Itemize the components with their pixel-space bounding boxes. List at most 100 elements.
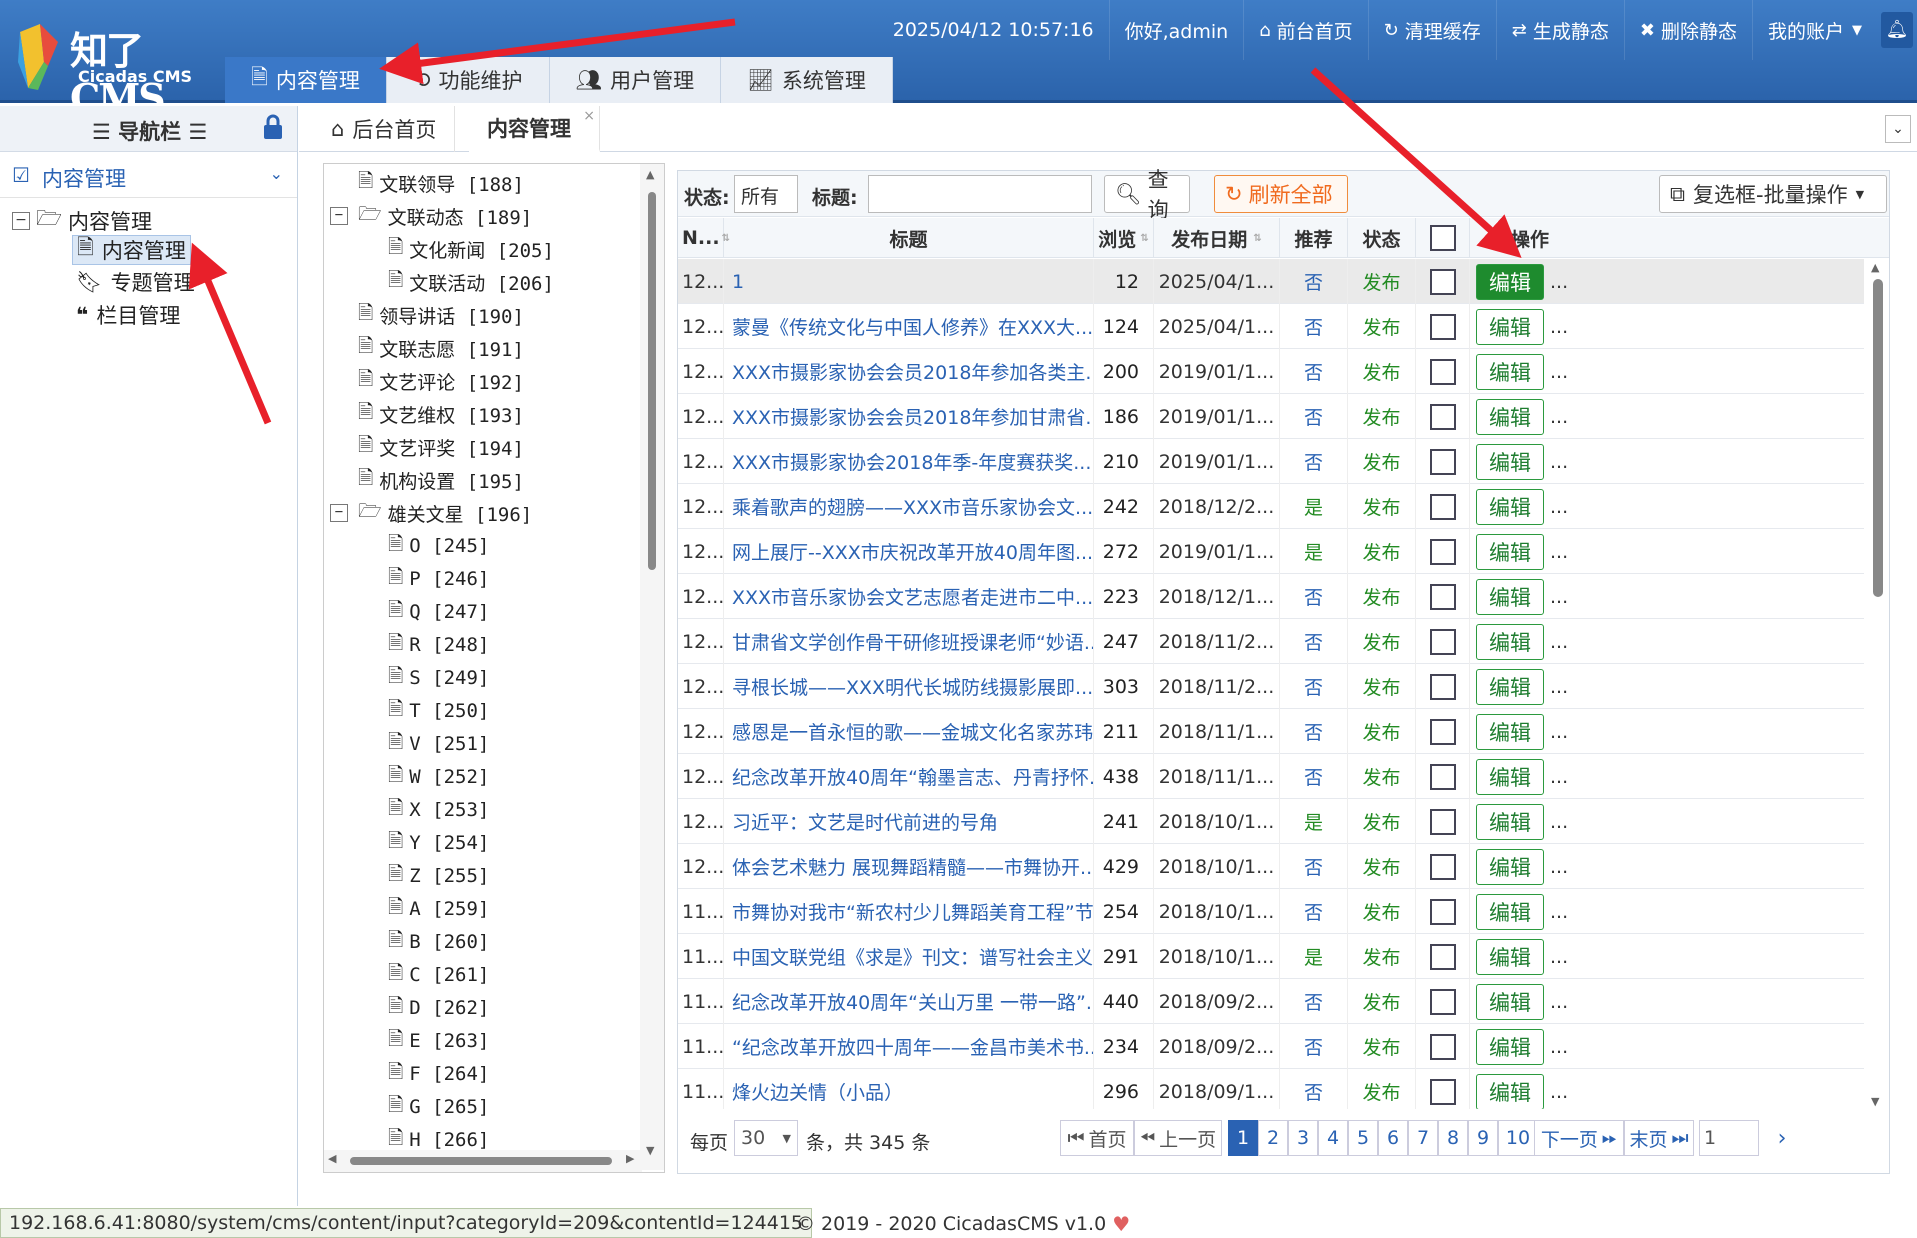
more-actions[interactable]: ... [1550,316,1568,338]
row-checkbox[interactable] [1429,763,1456,790]
notification-button[interactable]: 🔔︎ [1881,12,1913,48]
edit-button[interactable]: 编辑 [1476,1028,1544,1065]
category-tree-item[interactable]: 🗎 文化新闻 [205] [388,234,554,264]
more-actions[interactable]: ... [1550,496,1568,518]
category-tree-item[interactable]: − 🗁 雄关文星 [196] [330,498,532,528]
row-checkbox[interactable] [1429,1078,1456,1105]
edit-button[interactable]: 编辑 [1476,623,1544,660]
more-actions[interactable]: ... [1550,901,1568,923]
page-number-button[interactable]: 3 [1288,1120,1318,1156]
scroll-down-icon[interactable]: ▼ [646,1144,654,1157]
page-number-button[interactable]: 7 [1408,1120,1438,1156]
table-row[interactable]: 12... 蒙曼《传统文化与中国人修养》在XXX大... 124 2025/04/1.… [678,304,1864,349]
cell-title-link[interactable]: XXX市摄影家协会会员2018年参加甘肃省... [724,394,1094,439]
status-select[interactable]: 所有 ▼ [734,175,798,229]
category-tree-item[interactable]: 🗎 Y [254] [388,828,489,858]
table-row[interactable]: 12... 网上展厅--XXX市庆祝改革开放40周年图... 272 2019/01/… [678,529,1864,574]
table-row[interactable]: 12... 体会艺术魅力 展现舞蹈精髓——市舞协开... 429 2018/10/1.… [678,844,1864,889]
goto-page-button[interactable]: › [1764,1120,1800,1156]
row-checkbox[interactable] [1429,628,1456,655]
cell-recommend[interactable]: 否 [1280,439,1348,484]
category-tree-item[interactable]: 🗎 A [259] [388,894,489,924]
category-tree-item[interactable]: 🗎 P [246] [388,564,489,594]
cell-status[interactable]: 发布 [1348,934,1416,979]
cell-title-link[interactable]: 纪念改革开放40周年“翰墨言志、丹青抒怀... [724,754,1094,799]
more-actions[interactable]: ... [1550,676,1568,698]
cell-status[interactable]: 发布 [1348,574,1416,619]
page-number-button[interactable]: 2 [1258,1120,1288,1156]
cell-status[interactable]: 发布 [1348,1069,1416,1109]
sidebar-item-content-management[interactable]: 🗎 内容管理 [72,235,191,265]
cell-recommend[interactable]: 否 [1280,1069,1348,1109]
cell-status[interactable]: 发布 [1348,304,1416,349]
cell-title-link[interactable]: 寻根长城——XXX明代长城防线摄影展即... [724,664,1094,709]
scrollbar-thumb[interactable] [648,192,656,570]
cell-recommend[interactable]: 否 [1280,394,1348,439]
category-tree-item[interactable]: 🗎 S [249] [388,663,489,693]
table-row[interactable]: 12... 纪念改革开放40周年“翰墨言志、丹青抒怀... 438 2018/11/1… [678,754,1864,799]
title-search-input[interactable] [868,175,1092,213]
category-tree-item[interactable]: 🗎 D [262] [388,993,489,1023]
cell-status[interactable]: 发布 [1348,754,1416,799]
more-actions[interactable]: ... [1550,631,1568,653]
cell-recommend[interactable]: 是 [1280,799,1348,844]
category-tree-scrollbar[interactable]: ▲ ▼ [640,164,664,1170]
clear-cache-link[interactable]: ↻ 清理缓存 [1367,0,1496,60]
cell-status[interactable]: 发布 [1348,979,1416,1024]
next-page-button[interactable]: 下一页 ⏩︎ [1534,1120,1624,1156]
cell-status[interactable]: 发布 [1348,664,1416,709]
cell-title-link[interactable]: 纪念改革开放40周年“关山万里 一带一路”... [724,979,1094,1024]
row-checkbox[interactable] [1429,403,1456,430]
category-tree-item[interactable]: 🗎 机构设置 [195] [358,465,524,495]
worktab-home[interactable]: ⌂ 后台首页 [313,106,456,152]
delete-static-link[interactable]: ✖ 删除静态 [1623,0,1752,60]
more-actions[interactable]: ... [1550,271,1568,293]
cell-title-link[interactable]: XXX市音乐家协会文艺志愿者走进市二中... [724,574,1094,619]
table-row[interactable]: 11... 烽火边关情（小品） 296 2018/09/1... 否发布 编辑... [678,1069,1864,1109]
col-date[interactable]: 发布日期 ⇅ [1154,218,1280,258]
sidebar-item-topic-management[interactable]: 🔖︎ 专题管理 [76,267,195,297]
edit-button[interactable]: 编辑 [1476,308,1544,345]
row-checkbox[interactable] [1429,673,1456,700]
edit-button[interactable]: 编辑 [1476,893,1544,930]
category-tree-item[interactable]: 🗎 B [260] [388,927,489,957]
cell-status[interactable]: 发布 [1348,1024,1416,1069]
cell-recommend[interactable]: 否 [1280,304,1348,349]
collapse-icon[interactable]: − [330,504,348,522]
cell-title-link[interactable]: “纪念改革开放四十周年——金昌市美术书... [724,1024,1094,1069]
category-tree-item[interactable]: 🗎 Q [247] [388,597,489,627]
category-tree-item[interactable]: 🗎 领导讲话 [190] [358,300,524,330]
collapse-icon[interactable]: − [330,207,348,225]
cell-title-link[interactable]: 1 [724,259,1094,304]
edit-button[interactable]: 编辑 [1476,668,1544,705]
table-row[interactable]: 12... XXX市摄影家协会会员2018年参加甘肃省... 186 2019/01/… [678,394,1864,439]
category-tree-item[interactable]: 🗎 V [251] [388,729,489,759]
table-row[interactable]: 12... 习近平：文艺是时代前进的号角 241 2018/10/1... 是发布 编辑.… [678,799,1864,844]
more-actions[interactable]: ... [1550,721,1568,743]
edit-button[interactable]: 编辑 [1476,488,1544,525]
table-row[interactable]: 11... 市舞协对我市“新农村少儿舞蹈美育工程”节... 254 2018/10/1… [678,889,1864,934]
cell-recommend[interactable]: 是 [1280,934,1348,979]
category-tree-item[interactable]: 🗎 文艺评论 [192] [358,366,524,396]
page-number-button[interactable]: 1 [1228,1120,1258,1156]
edit-button[interactable]: 编辑 [1476,353,1544,390]
row-checkbox[interactable] [1429,493,1456,520]
cell-status[interactable]: 发布 [1348,709,1416,754]
sidebar-item-column-management[interactable]: ❝ 栏目管理 [76,300,180,330]
category-tree-item[interactable]: 🗎 T [250] [388,696,489,726]
category-tree-item[interactable]: 🗎 E [263] [388,1026,489,1056]
category-tree-item[interactable]: 🗎 C [261] [388,960,489,990]
cell-recommend[interactable]: 否 [1280,619,1348,664]
tab-user-management[interactable]: 👥︎ 用户管理 [549,57,722,103]
edit-button[interactable]: 编辑 [1476,263,1544,300]
table-row[interactable]: 12... 寻根长城——XXX明代长城防线摄影展即... 303 2018/11/2.… [678,664,1864,709]
more-actions[interactable]: ... [1550,856,1568,878]
cell-recommend[interactable]: 否 [1280,709,1348,754]
cell-status[interactable]: 发布 [1348,394,1416,439]
cell-title-link[interactable]: 乘着歌声的翅膀——XXX市音乐家协会文... [724,484,1094,529]
cell-title-link[interactable]: 甘肃省文学创作骨干研修班授课老师“妙语... [724,619,1094,664]
row-checkbox[interactable] [1429,358,1456,385]
edit-button[interactable]: 编辑 [1476,938,1544,975]
edit-button[interactable]: 编辑 [1476,1073,1544,1109]
more-actions[interactable]: ... [1550,1036,1568,1058]
